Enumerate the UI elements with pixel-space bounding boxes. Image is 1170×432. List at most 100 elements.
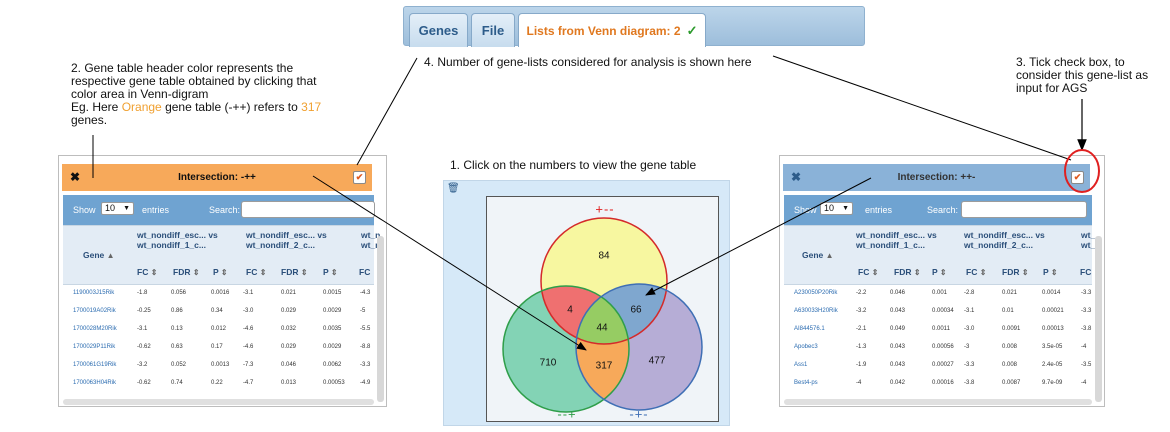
gene-link[interactable]: 1700019A02Rik [73,308,116,314]
gene-link[interactable]: Best4-ps [794,380,818,386]
table-row[interactable]: A630033H20Rik -3.2 0.043 0.00034 -3.1 0.01 0.0… [784,302,1092,320]
col-header[interactable]: FDR ⇕ [1002,267,1029,278]
gene-link[interactable]: 1700029P11Rik [73,344,115,350]
panel-header: ✖ Intersection: -++ ✔ [62,164,372,191]
table-cell: -0.25 [137,308,151,314]
table-cell: 0.001 [932,290,948,296]
group-header-1-line1: wt_nondiff_esc... vs [137,230,218,240]
gene-link[interactable]: 1700063H04Rik [73,380,116,386]
gene-link[interactable]: Apobec3 [794,344,818,350]
sort-icon: ⇕ [1050,268,1058,277]
table-cell: -3.8 [964,380,975,386]
table-cell: 0.0015 [323,290,342,296]
annotation-2: 2. Gene table header color represents th… [71,62,321,127]
gene-link[interactable]: Ass1 [794,362,807,368]
venn-count-left-right[interactable]: 317 [596,361,613,372]
table-row[interactable]: 1700029P11Rik -0.62 0.63 0.17 -4.6 0.029 0.002… [63,338,374,356]
table-controls: Show 10 ▼ entries Search: [784,195,1092,225]
gene-link[interactable]: A230050P20Rik [794,290,837,296]
col-header-label: P [213,267,219,277]
entries-select[interactable]: 10 ▼ [820,202,853,215]
gene-link[interactable]: 1700028M20Rik [73,326,117,332]
gene-link[interactable]: AI844576.1 [794,326,825,332]
horizontal-scrollbar[interactable] [63,399,374,405]
vertical-scrollbar[interactable] [1095,236,1102,402]
table-cell: 0.17 [211,344,223,350]
col-header-label: FC [966,267,978,277]
venn-count-top-left[interactable]: 4 [567,305,573,316]
table-cell: -3.0 [964,326,975,332]
sort-icon: ⇕ [259,268,267,277]
gene-link[interactable]: 1190003J15Rik [73,290,114,296]
table-controls: Show 10 ▼ entries Search: [63,195,375,225]
table-cell: -4.9 [360,380,371,386]
search-input[interactable] [241,201,375,218]
table-row[interactable]: 1700019A02Rik -0.25 0.86 0.34 -3.0 0.029 0.002… [63,302,374,320]
col-header-label: P [323,267,329,277]
table-cell: -3.3 [1081,290,1092,296]
search-input[interactable] [961,201,1087,218]
venn-count-center[interactable]: 44 [596,323,607,334]
group-header-2-line1: wt_nondiff_esc... vs [246,230,327,240]
include-checkbox[interactable]: ✔ [353,171,366,184]
table-row[interactable]: Best4-ps -4 0.042 0.00016 -3.8 0.0087 9.7e-09 -… [784,374,1092,392]
venn-count-left-only[interactable]: 710 [540,358,557,369]
table-row[interactable]: 1700061G19Rik -3.2 0.052 0.0013 -7.3 0.046 0.0… [63,356,374,374]
tab-venn-lists[interactable]: Lists from Venn diagram: 2 ✓ [518,13,706,47]
entries-select[interactable]: 10 ▼ [101,202,134,215]
table-header: Gene ▲ wt_nondiff_esc... vs wt_nondiff_1_… [63,225,380,285]
col-header-label: P [932,267,938,277]
group-header-2-line2: wt_nondiff_2_c... [246,240,315,250]
col-header-label: FC [858,267,870,277]
col-header[interactable]: FDR ⇕ [281,267,308,278]
table-cell: -3.3 [964,362,975,368]
gene-column-header[interactable]: Gene ▲ [83,250,115,261]
col-header[interactable]: FC ⇕ [966,267,986,278]
col-header[interactable]: P ⇕ [932,267,947,278]
horizontal-scrollbar[interactable] [784,399,1092,405]
table-row[interactable]: 1190003J15Rik -1.8 0.056 0.0016 -3.1 0.021 0.0… [63,284,374,302]
annotation-1: 1. Click on the numbers to view the gene… [450,158,697,172]
venn-count-right-only[interactable]: 477 [649,356,666,367]
table-cell: 0.021 [281,290,297,296]
table-cell: 0.00053 [323,380,345,386]
col-header[interactable]: FC ⇕ [858,267,878,278]
table-cell: 0.042 [890,380,906,386]
chevron-down-icon: ▼ [123,205,130,212]
table-row[interactable]: Apobec3 -1.3 0.043 0.00056 -3 0.008 3.5e-05 -4 [784,338,1092,356]
col-header[interactable]: FC [359,267,370,277]
col-header[interactable]: FDR ⇕ [894,267,921,278]
tab-genes-label: Genes [418,23,459,38]
tab-file[interactable]: File [471,13,515,47]
annotation-3: 3. Tick check box, to consider this gene… [1016,56,1148,95]
table-row[interactable]: Ass1 -1.9 0.043 0.00027 -3.3 0.008 2.4e-05 -3.5 [784,356,1092,374]
gene-link[interactable]: 1700061G19Rik [73,362,116,368]
table-row[interactable]: A230050P20Rik -2.2 0.046 0.001 -2.8 0.021 0.00… [784,284,1092,302]
col-header[interactable]: P ⇕ [323,267,338,278]
entries-select-value: 10 [105,203,116,213]
table-cell: 0.032 [281,326,297,332]
col-header[interactable]: FC [1080,267,1091,277]
table-cell: 0.01 [1002,308,1014,314]
table-row[interactable]: AI844576.1 -2.1 0.049 0.0011 -3.0 0.0091 0.000… [784,320,1092,338]
col-header[interactable]: FDR ⇕ [173,267,200,278]
gene-link[interactable]: A630033H20Rik [794,308,838,314]
venn-count-top-right[interactable]: 66 [630,305,641,316]
table-row[interactable]: 1700028M20Rik -3.1 0.13 0.012 -4.6 0.032 0.003… [63,320,374,338]
panel-header: ✖ Intersection: ++- ✔ [783,164,1090,191]
gene-column-header[interactable]: Gene ▲ [802,250,834,261]
col-header[interactable]: P ⇕ [213,267,228,278]
tab-genes[interactable]: Genes [409,13,468,47]
include-checkbox[interactable]: ✔ [1071,171,1084,184]
annotation-2-line5: genes. [71,113,108,127]
col-header[interactable]: FC ⇕ [137,267,157,278]
sort-icon: ⇕ [871,268,879,277]
vertical-scrollbar[interactable] [377,236,384,402]
table-cell: 0.043 [890,308,906,314]
col-header[interactable]: FC ⇕ [246,267,266,278]
trash-icon[interactable]: 🗑 [447,183,460,194]
col-header[interactable]: P ⇕ [1043,267,1058,278]
table-row[interactable]: 1700063H04Rik -0.62 0.74 0.22 -4.7 0.013 0.000… [63,374,374,392]
table-cell: 0.13 [171,326,183,332]
venn-count-top-only[interactable]: 84 [598,251,609,262]
